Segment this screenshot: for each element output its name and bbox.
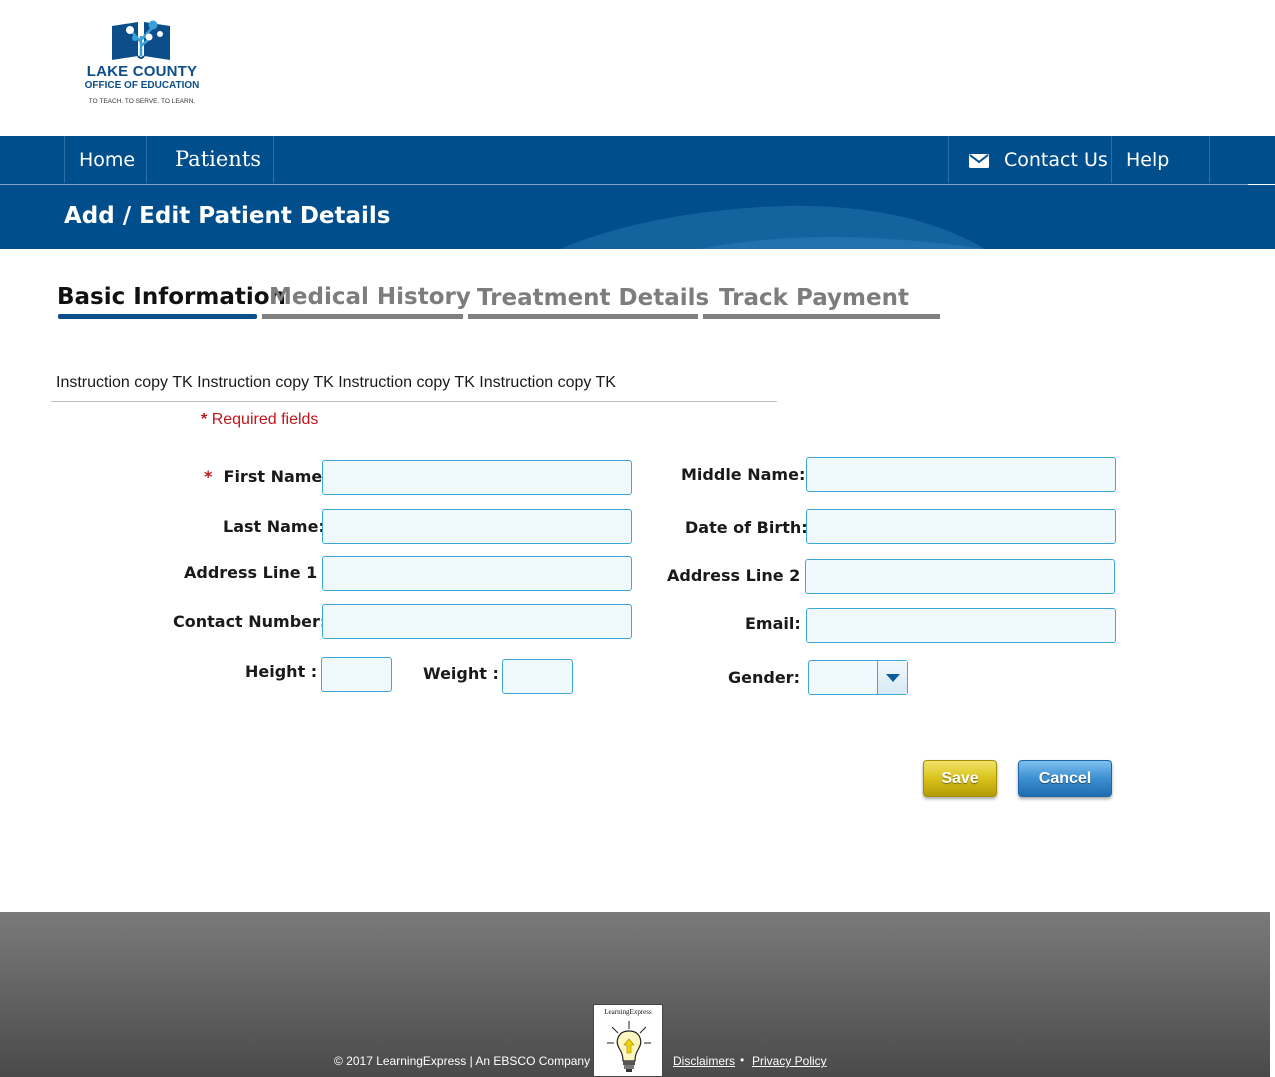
tab-underline-active <box>58 314 257 319</box>
email-input[interactable] <box>806 608 1116 643</box>
middle-name-label: Middle Name: <box>681 465 806 484</box>
address-line-2-input[interactable] <box>805 559 1115 594</box>
last-name-input[interactable] <box>322 509 632 544</box>
learningexpress-logo: LearningExpress <box>593 1004 663 1077</box>
tab-underline <box>468 314 698 319</box>
address-line-1-label: Address Line 1 : <box>184 563 329 582</box>
logo-subtitle: OFFICE OF EDUCATION <box>84 80 200 91</box>
envelope-icon[interactable] <box>969 154 989 168</box>
learningexpress-brand: LearningExpress <box>604 1008 652 1016</box>
nav-divider <box>273 136 274 183</box>
footer-separator: • <box>740 1053 745 1067</box>
disclaimers-link[interactable]: Disclaimers <box>673 1054 735 1068</box>
first-name-input[interactable] <box>322 460 632 495</box>
tab-track-payment[interactable]: Track Payment <box>719 285 909 311</box>
weight-input[interactable] <box>502 659 573 694</box>
nav-divider <box>948 136 949 183</box>
page-title: Add / Edit Patient Details <box>64 203 391 229</box>
tab-basic-information[interactable]: Basic Information <box>57 284 286 310</box>
height-input[interactable] <box>321 657 392 692</box>
nav-home-link[interactable]: Home <box>79 149 135 171</box>
address-line-1-input[interactable] <box>322 556 632 591</box>
tab-medical-history[interactable]: Medical History <box>269 284 471 310</box>
contact-number-input[interactable] <box>322 604 632 639</box>
date-of-birth-input[interactable] <box>806 509 1116 544</box>
privacy-policy-link[interactable]: Privacy Policy <box>752 1054 827 1068</box>
weight-label: Weight : <box>423 664 499 683</box>
address-line-2-label: Address Line 2 : <box>667 566 812 585</box>
logo-tagline: TO TEACH. TO SERVE. TO LEARN. <box>88 98 196 105</box>
required-fields-note: * Required fields <box>201 411 318 429</box>
tab-treatment-details[interactable]: Treatment Details <box>477 285 709 311</box>
nav-divider <box>64 136 65 183</box>
chevron-down-icon[interactable] <box>877 661 907 694</box>
lake-county-logo: LAKE COUNTY OFFICE OF EDUCATION TO TEACH… <box>84 14 204 114</box>
book-tree-icon <box>112 20 170 60</box>
nav-help-link[interactable]: Help <box>1126 149 1169 171</box>
divider <box>51 401 777 402</box>
save-button[interactable]: Save <box>923 760 997 797</box>
gender-select[interactable] <box>808 660 908 695</box>
date-of-birth-label: Date of Birth: <box>685 518 808 537</box>
footer-copyright: © 2017 LearningExpress | An EBSCO Compan… <box>334 1054 591 1068</box>
logo-title: LAKE COUNTY <box>86 63 198 80</box>
tab-underline <box>703 314 940 319</box>
instruction-text: Instruction copy TK Instruction copy TK … <box>56 374 616 391</box>
nav-divider <box>1111 136 1112 183</box>
cancel-button[interactable]: Cancel <box>1018 760 1112 797</box>
middle-name-input[interactable] <box>806 457 1116 492</box>
gender-label: Gender: <box>728 668 800 687</box>
tab-underline <box>262 314 463 319</box>
required-star: * <box>204 467 213 486</box>
nav-divider <box>146 136 147 183</box>
email-label: Email: <box>745 614 801 633</box>
contact-number-label: Contact Number: <box>173 612 326 631</box>
required-fields-text: Required fields <box>211 411 319 428</box>
nav-contact-us-link[interactable]: Contact Us <box>1004 149 1108 171</box>
last-name-label: Last Name: <box>223 517 325 536</box>
nav-patients-link[interactable]: Patients <box>175 147 261 171</box>
height-label: Height : <box>245 662 318 681</box>
required-star: * <box>201 411 208 428</box>
first-name-label: * First Name: <box>204 467 329 486</box>
nav-divider <box>1209 136 1210 183</box>
lightbulb-icon <box>607 1021 651 1072</box>
